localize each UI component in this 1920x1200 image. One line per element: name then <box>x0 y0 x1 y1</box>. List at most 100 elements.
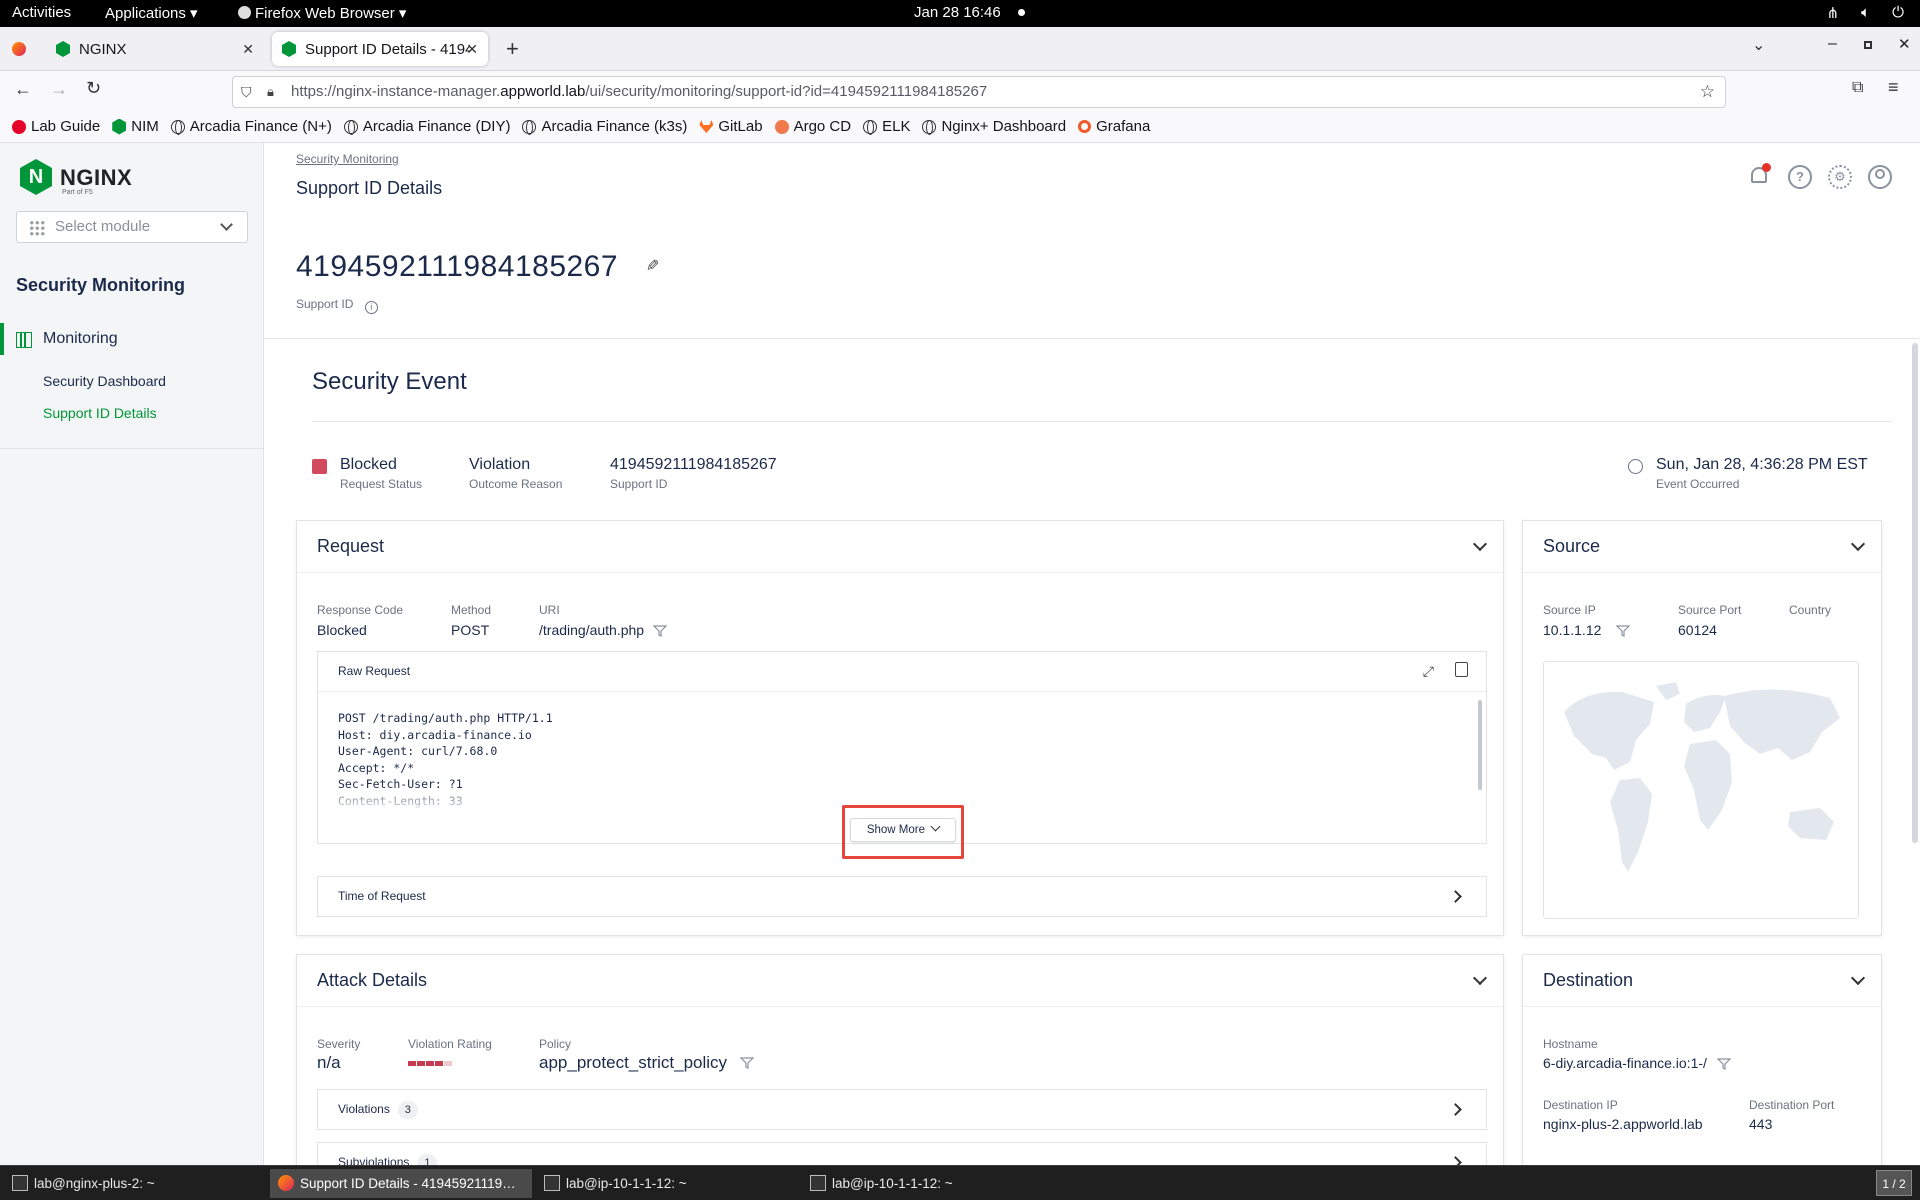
globe-icon <box>922 119 937 135</box>
volume-icon: 🔈︎ <box>1861 4 1871 21</box>
user-icon[interactable] <box>1868 165 1892 189</box>
world-map[interactable] <box>1543 661 1859 919</box>
bookmark-lab-guide[interactable]: Lab Guide <box>12 118 100 135</box>
attack-details-card: Attack Details Severity n/a Violation Ra… <box>296 954 1504 1165</box>
sidebar-divider <box>0 448 263 449</box>
method-value: POST <box>451 622 490 638</box>
chevron-down-icon <box>220 218 233 231</box>
bookmark-label: Arcadia Finance (DIY) <box>362 118 511 135</box>
sidebar-item-support-id-details[interactable]: Support ID Details <box>43 405 243 421</box>
logo-subtitle: Part of F5 <box>62 189 93 196</box>
breadcrumb[interactable]: Security Monitoring <box>296 152 399 166</box>
uri-value[interactable]: /trading/auth.php <box>539 622 644 638</box>
info-icon[interactable]: i <box>364 301 378 314</box>
gnome-top-bar: Activities Applications ▾ Firefox Web Br… <box>0 0 1920 27</box>
grid-icon <box>29 220 45 236</box>
violations-row[interactable]: Violations 3 <box>317 1089 1487 1130</box>
bookmark-gitlab[interactable]: GitLab <box>699 118 763 135</box>
minimize-icon[interactable]: – <box>1828 35 1837 53</box>
task-terminal-ip-2[interactable]: lab@ip-10-1-1-12: ~ <box>802 1169 1064 1198</box>
maximize-icon[interactable] <box>1864 41 1872 49</box>
task-terminal-ip-1[interactable]: lab@ip-10-1-1-12: ~ <box>536 1169 798 1198</box>
copy-clipboard-icon[interactable] <box>1455 662 1468 677</box>
firefox-app-menu[interactable]: Firefox Web Browser ▾ <box>238 4 406 22</box>
subviolations-row[interactable]: Subviolations 1 <box>317 1142 1487 1165</box>
bookmark-label: Arcadia Finance (k3s) <box>541 118 688 135</box>
module-select[interactable]: Select module <box>16 211 248 243</box>
nginx-icon <box>56 41 70 57</box>
filter-icon[interactable] <box>653 625 667 637</box>
sidebar-item-monitoring[interactable]: Monitoring <box>0 323 263 355</box>
workspace-pager[interactable]: 1 / 2 <box>1876 1170 1912 1196</box>
extensions-icon[interactable]: ⧉ <box>1852 79 1863 97</box>
destination-ip-label: Destination IP <box>1543 1098 1618 1112</box>
bookmark-nginx-dashboard[interactable]: Nginx+ Dashboard <box>922 118 1066 135</box>
destination-card-title: Destination <box>1543 970 1634 990</box>
clock[interactable]: Jan 28 16:46 <box>914 4 1001 21</box>
tab-nginx[interactable]: NGINX ✕ <box>46 32 264 66</box>
hostname-value[interactable]: 6-diy.arcadia-finance.io:1-/ <box>1543 1055 1707 1071</box>
close-window-icon[interactable]: ✕ <box>1898 35 1911 53</box>
module-select-placeholder: Select module <box>55 218 151 235</box>
terminal-icon <box>810 1175 826 1191</box>
gitlab-icon <box>699 120 714 133</box>
clock-icon <box>1628 459 1643 474</box>
close-tab-icon[interactable]: ✕ <box>466 41 478 58</box>
destination-card-header[interactable]: Destination <box>1523 955 1881 1007</box>
bookmark-elk[interactable]: ELK <box>863 118 910 135</box>
tab-support-id-details[interactable]: Support ID Details - 4194 ✕ <box>272 32 488 66</box>
request-card-header[interactable]: Request <box>297 521 1503 573</box>
bookmark-argo-cd[interactable]: Argo CD <box>774 118 851 135</box>
policy-value[interactable]: app_protect_strict_policy <box>539 1053 727 1073</box>
bookmarks-toolbar: Lab Guide NIM Arcadia Finance (N+) Arcad… <box>0 111 1920 143</box>
filter-icon[interactable] <box>740 1057 754 1069</box>
chevron-down-icon[interactable] <box>1472 970 1488 986</box>
hostname-label: Hostname <box>1543 1037 1598 1051</box>
source-ip-value[interactable]: 10.1.1.12 <box>1543 622 1601 638</box>
edit-pencil-icon[interactable]: ✎ <box>642 258 662 271</box>
close-tab-icon[interactable]: ✕ <box>242 41 254 58</box>
bell-icon[interactable] <box>1748 163 1772 189</box>
activities-button[interactable]: Activities <box>12 4 71 21</box>
bookmark-arcadia-nplus[interactable]: Arcadia Finance (N+) <box>170 118 332 135</box>
bookmark-arcadia-diy[interactable]: Arcadia Finance (DIY) <box>343 118 511 135</box>
raw-request-scrollbar[interactable] <box>1478 700 1482 790</box>
reload-icon[interactable]: ↻ <box>86 78 101 99</box>
page-scrollbar[interactable] <box>1912 343 1918 843</box>
applications-menu[interactable]: Applications ▾ <box>105 4 198 22</box>
filter-icon[interactable] <box>1616 625 1630 637</box>
firefox-view-icon[interactable] <box>12 42 26 56</box>
task-label: lab@nginx-plus-2: ~ <box>34 1176 155 1191</box>
list-all-tabs-icon[interactable]: ⌄ <box>1752 35 1765 55</box>
bookmark-nim[interactable]: NIM <box>112 118 159 135</box>
nginx-logo-icon[interactable]: N <box>20 159 52 195</box>
system-tray[interactable]: ⋔ 🔈︎ ⏻ <box>1827 4 1904 22</box>
subviolations-label: Subviolations <box>338 1155 410 1165</box>
time-of-request-row[interactable]: Time of Request <box>317 876 1487 917</box>
back-icon[interactable]: ← <box>14 79 32 100</box>
forward-icon[interactable]: → <box>50 79 68 100</box>
filter-icon[interactable] <box>1717 1058 1731 1070</box>
attack-details-header[interactable]: Attack Details <box>297 955 1503 1007</box>
bookmark-grafana[interactable]: Grafana <box>1078 118 1150 135</box>
expand-icon[interactable]: ⤢ <box>1423 663 1434 680</box>
app-menu-icon[interactable]: ≡ <box>1888 77 1899 98</box>
task-label: lab@ip-10-1-1-12: ~ <box>832 1176 953 1191</box>
help-icon[interactable]: ? <box>1788 165 1812 189</box>
show-more-button[interactable]: Show More <box>850 818 956 842</box>
task-terminal-nginx-plus-2[interactable]: lab@nginx-plus-2: ~ <box>4 1169 266 1198</box>
raw-line: User-Agent: curl/7.68.0 <box>338 744 498 758</box>
url-bar[interactable]: ⛉ 🔒︎ https://nginx-instance-manager.appw… <box>232 76 1726 108</box>
sidebar-item-security-dashboard[interactable]: Security Dashboard <box>43 373 243 389</box>
shield-icon: ⛉ <box>241 84 252 100</box>
bookmark-arcadia-k3s[interactable]: Arcadia Finance (k3s) <box>522 118 687 135</box>
source-card-header[interactable]: Source <box>1523 521 1881 573</box>
bookmark-star-icon[interactable]: ☆ <box>1700 77 1715 107</box>
chevron-down-icon[interactable] <box>1472 536 1488 552</box>
gear-icon[interactable]: ⚙ <box>1828 165 1852 189</box>
new-tab-button[interactable]: + <box>506 36 519 62</box>
chevron-down-icon[interactable] <box>1850 970 1866 986</box>
response-code-label: Response Code <box>317 603 404 617</box>
chevron-down-icon[interactable] <box>1850 536 1866 552</box>
task-firefox[interactable]: Support ID Details - 41945921119… <box>270 1169 532 1198</box>
